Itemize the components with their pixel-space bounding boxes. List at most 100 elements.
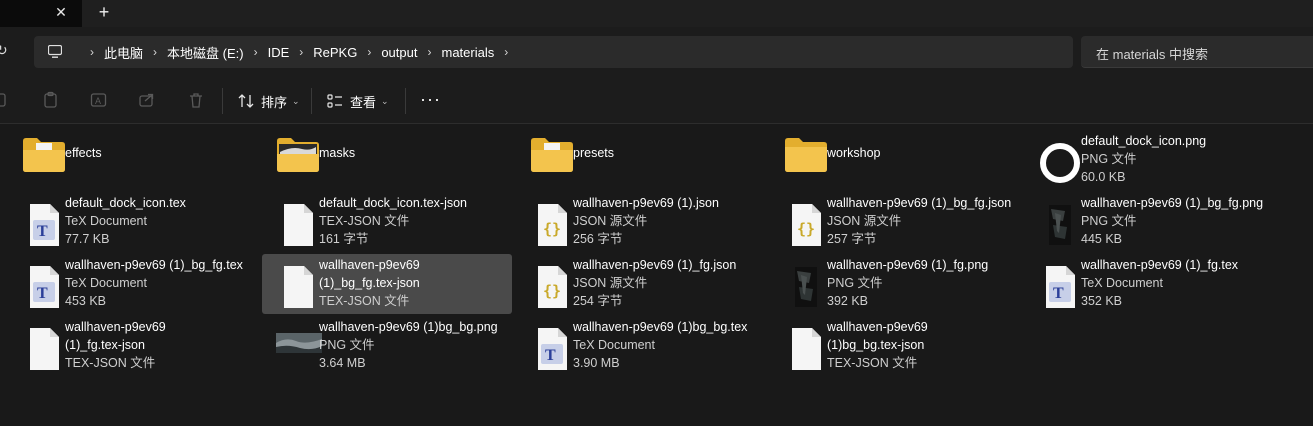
breadcrumb-separator-icon[interactable]: ›: [244, 45, 268, 59]
file-type: JSON 源文件: [827, 214, 902, 228]
share-icon[interactable]: [138, 91, 156, 109]
file-type: TEX-JSON 文件: [827, 356, 918, 370]
file-item[interactable]: wallhaven-p9ev69 (1)_fg.tex-json TEX-JSON …: [8, 316, 258, 376]
folder-doc-icon: [22, 135, 66, 175]
file-size: 60.0 KB: [1081, 170, 1126, 184]
file-type: PNG 文件: [1081, 152, 1137, 166]
delete-icon[interactable]: [187, 91, 205, 109]
active-tab[interactable]: ✕: [0, 0, 82, 27]
file-item[interactable]: {} wallhaven-p9ev69 (1).json JSON 源文件 256 字…: [516, 192, 766, 252]
folder-doc-icon: [530, 135, 574, 175]
breadcrumb-separator-icon[interactable]: ›: [80, 45, 104, 59]
file-type: JSON 源文件: [573, 276, 648, 290]
copy-icon[interactable]: [0, 91, 10, 109]
item-details: presets: [573, 144, 763, 162]
file-item[interactable]: {} wallhaven-p9ev69 (1)_bg_fg.json JSON 源文…: [770, 192, 1020, 252]
file-item[interactable]: Twallhaven-p9ev69 (1)bg_bg.tex TeX Docume…: [516, 316, 766, 376]
item-details: wallhaven-p9ev69 (1)bg_bg.tex TeX Documen…: [573, 318, 763, 372]
file-item[interactable]: wallhaven-p9ev69 (1)_bg_fg.png PNG 文件 445 …: [1024, 192, 1274, 252]
folder-icon: [784, 135, 828, 175]
breadcrumb: › 此电脑 › 本地磁盘 (E:) › IDE › RePKG › output › material…: [80, 36, 518, 68]
breadcrumb-item[interactable]: materials: [441, 45, 494, 60]
breadcrumb-separator-icon[interactable]: ›: [357, 45, 381, 59]
tex-icon: T: [530, 327, 574, 370]
file-name: wallhaven-p9ev69 (1)_bg_fg.json: [827, 196, 1012, 210]
breadcrumb-item[interactable]: output: [381, 45, 417, 60]
breadcrumb-item[interactable]: RePKG: [313, 45, 357, 60]
file-name: wallhaven-p9ev69 (1)_fg.json: [573, 258, 737, 272]
file-item[interactable]: wallhaven-p9ev69 (1)_bg_fg.tex-json TEX-JS…: [262, 254, 512, 314]
file-type: TEX-JSON 文件: [319, 294, 410, 308]
view-button[interactable]: 查看 ⌄: [326, 89, 389, 113]
sort-icon: [238, 94, 254, 108]
breadcrumb-item[interactable]: 本地磁盘 (E:): [167, 43, 244, 62]
svg-text:{}: {}: [543, 220, 561, 238]
chevron-down-icon: ⌄: [292, 95, 300, 106]
folder-name: effects: [65, 146, 102, 160]
breadcrumb-item[interactable]: 此电脑: [104, 43, 143, 62]
view-list-icon: [327, 94, 342, 108]
json-icon: {}: [530, 265, 574, 308]
file-item[interactable]: default_dock_icon.tex-json TEX-JSON 文件 161…: [262, 192, 512, 252]
file-item[interactable]: default_dock_icon.png PNG 文件 60.0 KB: [1024, 130, 1274, 190]
toolbar-divider: [222, 88, 223, 114]
address-bar[interactable]: › 此电脑 › 本地磁盘 (E:) › IDE › RePKG › output › material…: [34, 36, 1073, 68]
file-name: wallhaven-p9ev69 (1)_fg.tex: [1081, 258, 1239, 272]
new-tab-icon[interactable]: +: [94, 2, 114, 22]
paste-icon[interactable]: [42, 91, 60, 109]
item-details: workshop: [827, 144, 1017, 162]
file-item[interactable]: wallhaven-p9ev69 (1)_fg.png PNG 文件 392 KB: [770, 254, 1020, 314]
search-box[interactable]: 在 materials 中搜索: [1081, 36, 1313, 68]
rename-icon[interactable]: A: [90, 91, 108, 109]
file-name: default_dock_icon.png: [1081, 134, 1207, 148]
json-icon: {}: [530, 203, 574, 246]
file-item[interactable]: wallhaven-p9ev69 (1)bg_bg.tex-json TEX-JSO…: [770, 316, 1020, 376]
breadcrumb-separator-icon[interactable]: ›: [289, 45, 313, 59]
blank-file-icon: [276, 265, 320, 308]
svg-text:T: T: [545, 347, 556, 364]
file-name: wallhaven-p9ev69: [65, 320, 166, 334]
search-input[interactable]: 在 materials 中搜索: [1096, 44, 1208, 63]
svg-text:T: T: [37, 285, 48, 302]
wide-png-icon: [276, 327, 322, 367]
file-item[interactable]: {} wallhaven-p9ev69 (1)_fg.json JSON 源文件 25…: [516, 254, 766, 314]
item-details: wallhaven-p9ev69 (1)_bg_fg.json JSON 源文件 2…: [827, 194, 1017, 248]
tex-icon: T: [1038, 265, 1082, 308]
folder-item[interactable]: masks: [262, 130, 512, 190]
dark-png-icon: [1038, 203, 1082, 245]
file-type: JSON 源文件: [573, 214, 648, 228]
item-details: wallhaven-p9ev69 (1)_fg.json JSON 源文件 254 …: [573, 256, 763, 310]
file-item[interactable]: Twallhaven-p9ev69 (1)_bg_fg.tex TeX Docum…: [8, 254, 258, 314]
breadcrumb-separator-icon[interactable]: ›: [417, 45, 441, 59]
file-item[interactable]: wallhaven-p9ev69 (1)bg_bg.png PNG 文件 3.64 …: [262, 316, 512, 376]
refresh-icon[interactable]: ↻: [0, 42, 12, 58]
breadcrumb-separator-icon[interactable]: ›: [494, 45, 518, 59]
file-size: 256 字节: [573, 232, 623, 246]
file-type: TEX-JSON 文件: [65, 356, 156, 370]
file-name: (1)bg_bg.tex-json: [827, 338, 925, 352]
item-details: wallhaven-p9ev69 (1)_bg_fg.tex TeX Docume…: [65, 256, 255, 310]
breadcrumb-separator-icon[interactable]: ›: [143, 45, 167, 59]
sort-button[interactable]: 排序 ⌄: [237, 89, 300, 113]
item-details: masks: [319, 144, 509, 162]
file-item[interactable]: Tdefault_dock_icon.tex TeX Document 77.7 K…: [8, 192, 258, 252]
folder-item[interactable]: effects: [8, 130, 258, 190]
breadcrumb-item[interactable]: IDE: [268, 45, 290, 60]
blank-file-icon: [22, 327, 66, 370]
file-type: PNG 文件: [827, 276, 883, 290]
file-name: wallhaven-p9ev69 (1)_bg_fg.png: [1081, 196, 1264, 210]
file-type: TeX Document: [573, 338, 655, 352]
item-details: wallhaven-p9ev69 (1)bg_bg.png PNG 文件 3.64 …: [319, 318, 509, 372]
file-type: PNG 文件: [1081, 214, 1137, 228]
file-size: 3.64 MB: [319, 356, 366, 370]
chevron-down-icon: ⌄: [381, 95, 389, 106]
sort-label: 排序: [261, 94, 288, 110]
file-type: TeX Document: [1081, 276, 1163, 290]
file-size: 77.7 KB: [65, 232, 110, 246]
folder-item[interactable]: presets: [516, 130, 766, 190]
folder-item[interactable]: workshop: [770, 130, 1020, 190]
file-item[interactable]: Twallhaven-p9ev69 (1)_fg.tex TeX Document…: [1024, 254, 1274, 314]
more-options-icon[interactable]: ···: [420, 89, 440, 113]
close-tab-icon[interactable]: ✕: [52, 3, 70, 21]
file-size: 257 字节: [827, 232, 877, 246]
